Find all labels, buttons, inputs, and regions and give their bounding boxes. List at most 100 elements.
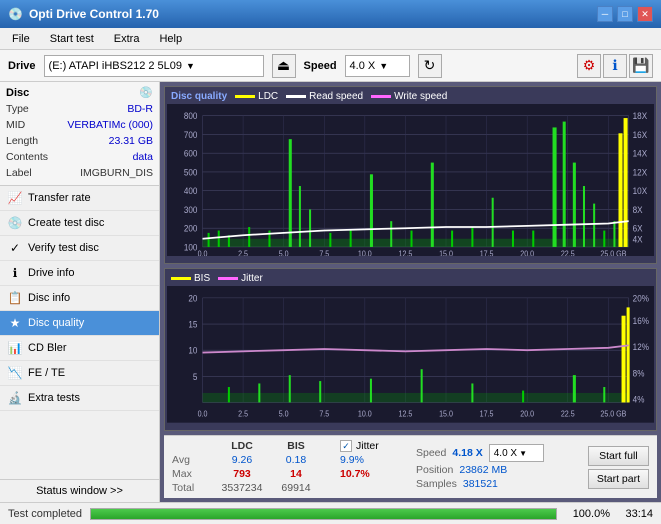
eject-button[interactable]: ⏏ xyxy=(272,54,296,78)
total-ldc-value: 3537234 xyxy=(216,482,268,494)
read-speed-legend-label: Read speed xyxy=(309,91,363,102)
speed-position-stats: Speed 4.18 X 4.0 X ▼ Position 23862 MB S… xyxy=(416,444,544,490)
speed-row: Speed 4.18 X 4.0 X ▼ xyxy=(416,444,544,462)
jitter-checkbox[interactable]: ✓ xyxy=(340,440,352,452)
svg-text:10X: 10X xyxy=(633,186,648,197)
svg-text:7.5: 7.5 xyxy=(319,410,329,420)
sidebar-item-extra-tests[interactable]: 🔬 Extra tests xyxy=(0,386,159,411)
jitter-header: ✓ Jitter xyxy=(340,440,400,452)
drive-name-text: (E:) ATAPI iHBS212 2 5L09 xyxy=(49,60,183,72)
svg-text:20%: 20% xyxy=(633,293,649,304)
total-label: Total xyxy=(172,482,210,494)
svg-text:2.5: 2.5 xyxy=(238,249,248,256)
sidebar-item-verify-test-disc[interactable]: ✓ Verify test disc xyxy=(0,236,159,261)
sidebar-item-drive-info-label: Drive info xyxy=(28,267,74,279)
svg-text:7.5: 7.5 xyxy=(319,249,329,256)
speed-dropdown-arrow: ▼ xyxy=(379,61,388,71)
bis-chart-header: BIS Jitter xyxy=(167,271,654,286)
start-part-button[interactable]: Start part xyxy=(588,469,649,489)
sidebar-item-create-test-disc-label: Create test disc xyxy=(28,217,104,229)
speed-stat-label: Speed xyxy=(416,447,446,459)
svg-text:800: 800 xyxy=(184,111,198,122)
sidebar-item-disc-quality[interactable]: ★ Disc quality xyxy=(0,311,159,336)
menu-help[interactable]: Help xyxy=(151,31,190,47)
stats-row: LDC BIS ✓ Jitter Avg 9.26 0.18 9.9% Max … xyxy=(164,435,657,498)
sidebar-item-transfer-rate[interactable]: 📈 Transfer rate xyxy=(0,186,159,211)
disc-type-label: Type xyxy=(6,101,29,117)
save-button[interactable]: 💾 xyxy=(629,54,653,78)
svg-text:20.0: 20.0 xyxy=(520,249,534,256)
bis-chart-section: BIS Jitter xyxy=(164,268,657,431)
write-speed-legend: Write speed xyxy=(371,91,447,102)
bis-color-swatch xyxy=(171,277,191,280)
svg-text:10.0: 10.0 xyxy=(358,249,372,256)
svg-text:400: 400 xyxy=(184,186,198,197)
refresh-button[interactable]: ↻ xyxy=(418,54,442,78)
speed-target-text: 4.0 X xyxy=(494,448,517,459)
svg-text:6X: 6X xyxy=(633,223,643,234)
speed-target-selector[interactable]: 4.0 X ▼ xyxy=(489,444,544,462)
sidebar-item-cd-bler[interactable]: 📊 CD Bler xyxy=(0,336,159,361)
ldc-color-swatch xyxy=(235,95,255,98)
disc-info-icon: 📋 xyxy=(8,291,22,305)
svg-text:14X: 14X xyxy=(633,148,648,159)
sidebar-item-disc-info[interactable]: 📋 Disc info xyxy=(0,286,159,311)
bis-legend: BIS xyxy=(171,273,210,284)
svg-text:100: 100 xyxy=(184,242,198,253)
close-button[interactable]: ✕ xyxy=(637,6,653,22)
drive-label: Drive xyxy=(8,60,36,72)
stats-spacer xyxy=(324,440,334,452)
sidebar-item-disc-quality-label: Disc quality xyxy=(28,317,84,329)
sidebar-item-disc-info-label: Disc info xyxy=(28,292,70,304)
avg-jitter-value: 9.9% xyxy=(340,454,400,466)
svg-text:15.0: 15.0 xyxy=(439,249,453,256)
ldc-legend: LDC xyxy=(235,91,278,102)
svg-text:200: 200 xyxy=(184,223,198,234)
svg-text:12.5: 12.5 xyxy=(399,249,413,256)
max-bis-value: 14 xyxy=(274,468,318,480)
position-value: 23862 MB xyxy=(459,464,507,476)
ldc-chart-svg: 800 700 600 500 400 300 200 100 18X 16X … xyxy=(167,104,654,256)
disc-label-row: Label IMGBURN_DIS xyxy=(6,165,153,181)
svg-text:0.0: 0.0 xyxy=(198,410,208,420)
verify-test-disc-icon: ✓ xyxy=(8,241,22,255)
settings-button[interactable]: ⚙ xyxy=(577,54,601,78)
status-window-button[interactable]: Status window >> xyxy=(0,479,159,502)
svg-text:20: 20 xyxy=(188,293,197,304)
write-speed-color-swatch xyxy=(371,95,391,98)
maximize-button[interactable]: □ xyxy=(617,6,633,22)
status-text: Test completed xyxy=(8,508,82,520)
info-button[interactable]: ℹ xyxy=(603,54,627,78)
create-test-disc-icon: 💿 xyxy=(8,216,22,230)
svg-text:25.0 GB: 25.0 GB xyxy=(600,410,626,420)
menu-start-test[interactable]: Start test xyxy=(42,31,102,47)
speed-selector[interactable]: 4.0 X ▼ xyxy=(345,55,410,77)
menu-bar: File Start test Extra Help xyxy=(0,28,661,50)
svg-text:8X: 8X xyxy=(633,204,643,215)
svg-text:10.0: 10.0 xyxy=(358,410,372,420)
ldc-header: LDC xyxy=(216,440,268,452)
avg-label: Avg xyxy=(172,454,210,466)
svg-text:8%: 8% xyxy=(633,368,645,379)
sidebar-item-create-test-disc[interactable]: 💿 Create test disc xyxy=(0,211,159,236)
drive-selector[interactable]: (E:) ATAPI iHBS212 2 5L09 ▼ xyxy=(44,55,264,77)
minimize-button[interactable]: ─ xyxy=(597,6,613,22)
svg-text:16%: 16% xyxy=(633,316,649,327)
disc-label-label: Label xyxy=(6,165,32,181)
sidebar-item-verify-test-disc-label: Verify test disc xyxy=(28,242,99,254)
samples-value: 381521 xyxy=(463,478,498,490)
menu-extra[interactable]: Extra xyxy=(106,31,148,47)
disc-type-value: BD-R xyxy=(127,101,153,117)
svg-text:12%: 12% xyxy=(633,342,649,353)
disc-mid-label: MID xyxy=(6,117,25,133)
menu-file[interactable]: File xyxy=(4,31,38,47)
drive-info-icon: ℹ xyxy=(8,266,22,280)
sidebar: Disc 💿 Type BD-R MID VERBATIMc (000) Len… xyxy=(0,82,160,502)
svg-text:12.5: 12.5 xyxy=(399,410,413,420)
max-jitter-value: 10.7% xyxy=(340,468,400,480)
svg-text:22.5: 22.5 xyxy=(561,249,575,256)
disc-panel-header: Disc 💿 xyxy=(6,86,153,99)
sidebar-item-drive-info[interactable]: ℹ Drive info xyxy=(0,261,159,286)
sidebar-item-fe-te[interactable]: 📉 FE / TE xyxy=(0,361,159,386)
start-full-button[interactable]: Start full xyxy=(588,446,649,466)
